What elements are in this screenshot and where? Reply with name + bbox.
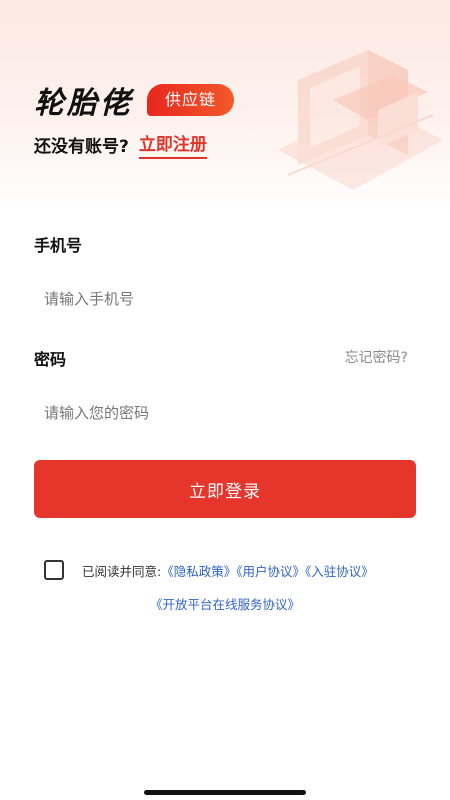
agreement-row: 已阅读并同意:《隐私政策》《用户协议》《入驻协议》 (44, 560, 424, 580)
agreement-row-2: 《开放平台在线服务协议》 (0, 594, 450, 613)
password-input[interactable] (34, 393, 416, 433)
agreement-text: 已阅读并同意:《隐私政策》《用户协议》《入驻协议》 (82, 561, 374, 580)
brand-tag-badge: 供应链 (147, 84, 235, 116)
forgot-password-link[interactable]: 忘记密码? (345, 347, 408, 367)
login-button[interactable]: 立即登录 (34, 460, 416, 518)
settlement-agreement-link[interactable]: 《入驻协议》 (305, 564, 374, 579)
home-indicator[interactable] (144, 790, 306, 795)
open-platform-agreement-link[interactable]: 《开放平台在线服务协议》 (150, 597, 300, 612)
brand-name: 轮胎佬 (34, 86, 133, 121)
password-label: 密码 (34, 350, 67, 369)
agreement-prefix: 已阅读并同意: (82, 563, 162, 579)
user-agreement-link[interactable]: 《用户协议》 (236, 564, 305, 579)
signup-prompt: 还没有账号? (34, 137, 129, 157)
privacy-policy-link[interactable]: 《隐私政策》 (161, 564, 236, 579)
phone-input[interactable] (34, 279, 416, 319)
brand-header: 轮胎佬 供应链 (34, 78, 235, 122)
signup-link[interactable]: 立即注册 (138, 130, 207, 159)
phone-label: 手机号 (34, 236, 83, 255)
signup-row: 还没有账号? 立即注册 (34, 130, 207, 159)
device-illustration-icon (278, 50, 443, 190)
agree-checkbox[interactable] (44, 560, 64, 580)
